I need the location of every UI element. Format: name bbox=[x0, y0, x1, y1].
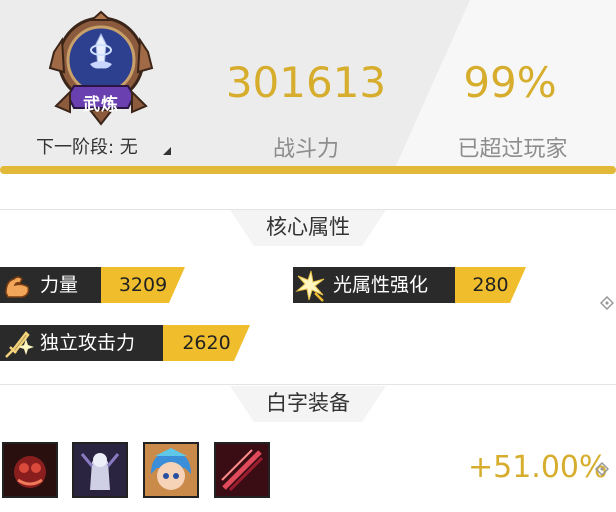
divider-gold-bar bbox=[0, 166, 616, 174]
exceed-percent-label: 已超过玩家 bbox=[457, 137, 568, 162]
section-divider bbox=[0, 209, 616, 210]
attr-strength[interactable]: 力量 3209 bbox=[0, 267, 185, 303]
muscle-arm-icon bbox=[0, 267, 36, 303]
equipment-bonus-value: +51.00% bbox=[468, 450, 608, 485]
pale-armor-item-icon bbox=[74, 444, 126, 496]
attr-independent-attack-value: 2620 bbox=[163, 325, 250, 361]
exceed-percent-value: 99% bbox=[463, 58, 557, 107]
section-title-equipment: 白字装备 bbox=[230, 386, 386, 422]
crimson-slash-item-icon bbox=[216, 444, 268, 496]
equip-slot-3[interactable] bbox=[143, 442, 199, 498]
diamond-marker-icon[interactable] bbox=[600, 296, 614, 310]
next-stage-text: 下一阶段: 无 bbox=[36, 137, 138, 158]
diamond-marker-icon[interactable] bbox=[595, 462, 609, 476]
combat-power-label: 战斗力 bbox=[272, 137, 339, 162]
attr-light-enhance[interactable]: 光属性强化 280 bbox=[293, 267, 533, 303]
equip-slot-2[interactable] bbox=[72, 442, 128, 498]
attr-independent-attack[interactable]: 独立攻击力 2620 bbox=[0, 325, 250, 361]
light-burst-icon bbox=[293, 267, 329, 303]
section-divider bbox=[0, 384, 616, 385]
equip-slot-1[interactable] bbox=[2, 442, 58, 498]
section-title-core: 核心属性 bbox=[230, 210, 386, 246]
combat-power-value: 301613 bbox=[225, 58, 387, 107]
corner-triangle-icon bbox=[163, 147, 171, 155]
attr-light-enhance-name: 光属性强化 bbox=[329, 267, 455, 303]
blue-hair-girl-item-icon bbox=[145, 444, 197, 496]
attr-light-enhance-value: 280 bbox=[455, 267, 526, 303]
sword-spark-icon bbox=[0, 325, 36, 361]
equip-slot-4[interactable] bbox=[214, 442, 270, 498]
attr-strength-value: 3209 bbox=[101, 267, 185, 303]
red-beast-item-icon bbox=[4, 444, 56, 496]
rank-badge-label: 武炼 bbox=[83, 95, 119, 115]
attr-independent-attack-name: 独立攻击力 bbox=[36, 325, 163, 361]
attr-strength-name: 力量 bbox=[36, 267, 101, 303]
